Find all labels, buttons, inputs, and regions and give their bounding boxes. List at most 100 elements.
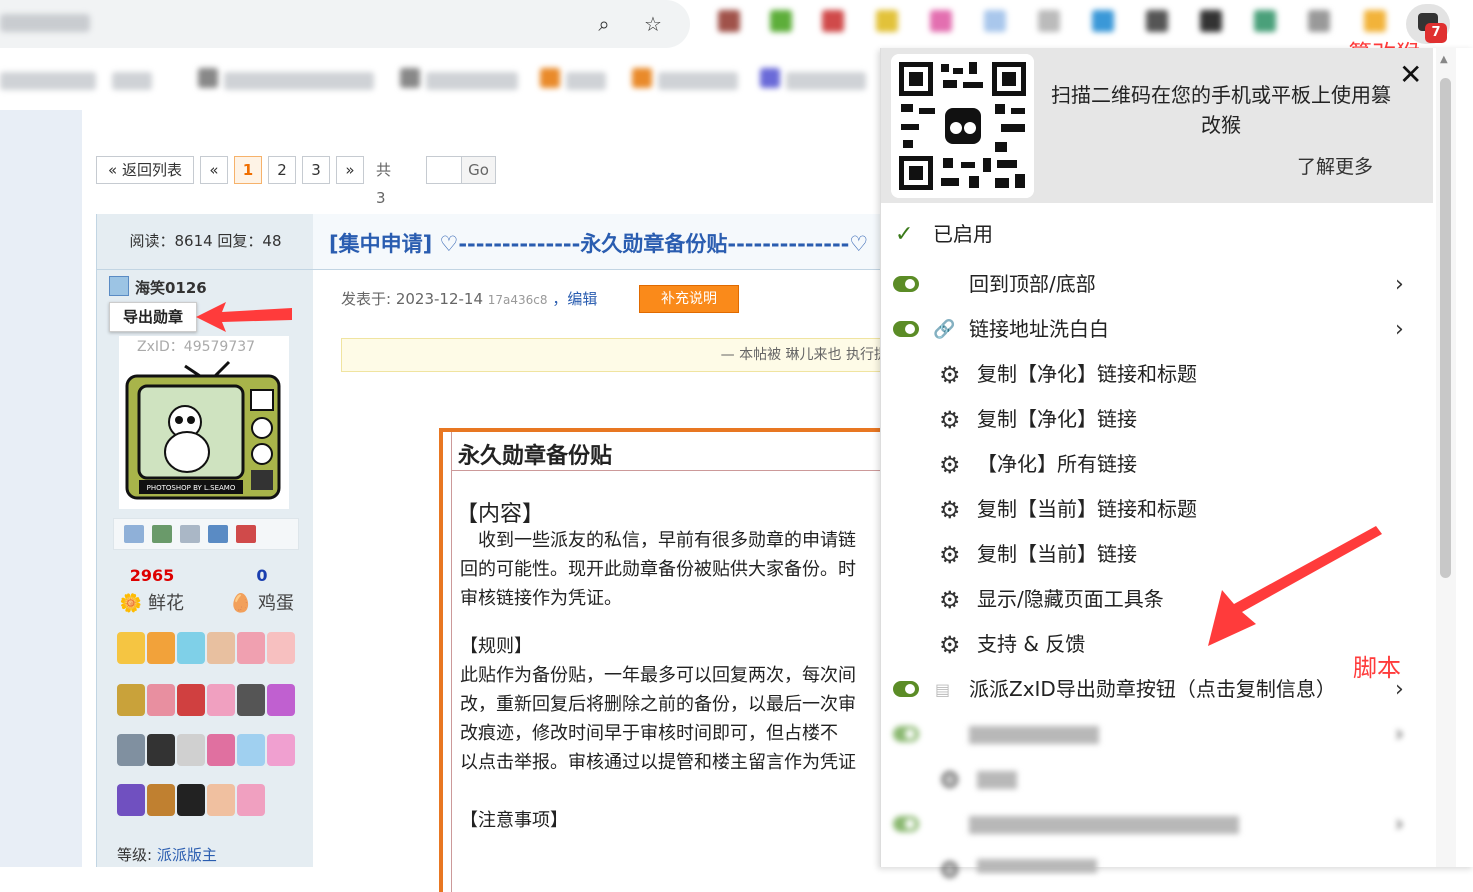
medal-icon[interactable]	[117, 684, 145, 716]
gear-icon: ⚙	[939, 451, 961, 479]
medal-icon[interactable]	[117, 632, 145, 664]
page-button-2[interactable]: 2	[268, 156, 296, 184]
medal-icon[interactable]	[147, 684, 175, 716]
extension-icon[interactable]	[718, 10, 740, 32]
extension-icon[interactable]	[1038, 10, 1060, 32]
search-icon[interactable]: ⌕	[592, 12, 616, 36]
extension-icon[interactable]	[1254, 10, 1276, 32]
mail-icon[interactable]	[124, 525, 144, 543]
medal-icon[interactable]	[237, 632, 265, 664]
medal-icon[interactable]	[177, 632, 205, 664]
extension-icon[interactable]	[1092, 10, 1114, 32]
edit-link[interactable]: ，编辑	[552, 290, 597, 308]
medal-icon[interactable]	[267, 734, 295, 766]
extension-icon[interactable]	[1200, 10, 1222, 32]
author-name[interactable]: 海笑0126	[109, 276, 207, 297]
menu-command-row[interactable]: ⚙ 复制【净化】链接和标题	[881, 352, 1433, 397]
medal-icon[interactable]	[117, 734, 145, 766]
scrollbar-thumb[interactable]	[1440, 78, 1451, 578]
script-name-blurred	[969, 726, 1099, 744]
bookmark-item[interactable]	[0, 72, 96, 90]
medal-icon[interactable]	[207, 784, 235, 816]
medal-icon[interactable]	[177, 734, 205, 766]
bookmark-item[interactable]	[112, 72, 152, 90]
medal-icon[interactable]	[177, 784, 205, 816]
page-button-3[interactable]: 3	[302, 156, 330, 184]
menu-command-row[interactable]: ⚙ 【净化】所有链接	[881, 442, 1433, 487]
gear-icon: ⚙	[939, 406, 961, 434]
script-row-blurred[interactable]: ›	[881, 712, 1433, 757]
scroll-up-icon[interactable]: ▲	[1440, 54, 1448, 65]
popup-scrollbar[interactable]: ▲	[1436, 48, 1456, 867]
script-row-link-cleaner[interactable]: 🔗 链接地址洗白白 ›	[881, 307, 1433, 352]
medal-icon[interactable]	[237, 784, 265, 816]
extension-icon[interactable]	[930, 10, 952, 32]
next-page-button[interactable]: »	[336, 156, 364, 184]
supplement-button[interactable]: 补充说明	[639, 285, 739, 313]
annotation-arrow-script	[1208, 526, 1382, 646]
medal-icon[interactable]	[267, 684, 295, 716]
avatar[interactable]: ZxID：49579737 PHOTOSHOP BY L.SEAMO	[119, 336, 289, 509]
back-to-list-button[interactable]: « 返回列表	[96, 156, 194, 184]
post-hash: 17a436c8	[487, 293, 548, 307]
chevron-right-icon[interactable]: ›	[1395, 262, 1404, 307]
bookmark-item[interactable]	[658, 72, 738, 90]
chevron-right-icon[interactable]: ›	[1395, 712, 1404, 757]
script-toggle[interactable]	[893, 681, 919, 697]
gift-icon[interactable]	[236, 525, 256, 543]
go-button[interactable]: Go	[461, 156, 496, 184]
chevron-right-icon[interactable]: ›	[1395, 307, 1404, 352]
enabled-toggle-row[interactable]: ✓ 已启用	[881, 212, 1433, 257]
script-toggle[interactable]	[893, 321, 919, 337]
medal-icon[interactable]	[237, 684, 265, 716]
script-row-zxid-export[interactable]: ▤ 派派ZxID导出勋章按钮（点击复制信息） ›	[881, 667, 1433, 712]
medal-icon[interactable]	[207, 734, 235, 766]
script-row-blurred[interactable]: ›	[881, 802, 1433, 847]
script-toggle[interactable]	[893, 816, 919, 832]
menu-command-row[interactable]: ⚙ 复制【净化】链接	[881, 397, 1433, 442]
medal-icon[interactable]	[117, 784, 145, 816]
medal-icon[interactable]	[147, 734, 175, 766]
script-toggle[interactable]	[893, 276, 919, 292]
close-icon[interactable]: ✕	[1399, 58, 1422, 91]
script-toggle[interactable]	[893, 726, 919, 742]
extension-icon[interactable]	[1308, 10, 1330, 32]
page-button-1[interactable]: 1	[234, 156, 262, 184]
extension-icon[interactable]	[822, 10, 844, 32]
medal-icon[interactable]	[207, 684, 235, 716]
medal-icon[interactable]	[147, 632, 175, 664]
bookmark-item[interactable]	[786, 72, 866, 90]
medal-icon[interactable]	[147, 784, 175, 816]
bookmark-favicon	[632, 68, 652, 88]
address-bar[interactable]: ⌕ ☆	[0, 0, 690, 48]
extension-icon[interactable]	[770, 10, 792, 32]
user-icon	[109, 276, 129, 296]
script-row-back-to-top[interactable]: 回到顶部/底部 ›	[881, 262, 1433, 307]
profile-icon[interactable]	[180, 525, 200, 543]
export-medals-button[interactable]: 导出勋章	[109, 302, 197, 332]
medal-icon[interactable]	[207, 632, 235, 664]
bookmark-item[interactable]	[426, 72, 518, 90]
extension-icon[interactable]	[1146, 10, 1168, 32]
bookmark-star-icon[interactable]: ☆	[641, 12, 665, 36]
extension-icon[interactable]	[1364, 10, 1386, 32]
add-friend-icon[interactable]	[152, 525, 172, 543]
chevron-right-icon[interactable]: ›	[1395, 802, 1404, 847]
level-link[interactable]: 派派版主	[157, 846, 217, 864]
bookmark-item[interactable]	[224, 72, 374, 90]
learn-more-link[interactable]: 了解更多	[1297, 152, 1373, 179]
page-number-input[interactable]	[426, 156, 464, 184]
menu-command-row-blurred[interactable]: ⚙	[881, 757, 1433, 802]
read-reply-stats: 阅读：8614 回复：48	[97, 214, 314, 270]
extension-icon[interactable]	[984, 10, 1006, 32]
bookmark-item[interactable]	[566, 72, 606, 90]
medal-icon[interactable]	[177, 684, 205, 716]
menu-command-row-blurred[interactable]: ⚙	[881, 847, 1433, 892]
medal-icon[interactable]	[267, 632, 295, 664]
medal-icon[interactable]	[237, 734, 265, 766]
extension-icon[interactable]	[876, 10, 898, 32]
prev-page-button[interactable]: «	[200, 156, 228, 184]
thread-title[interactable]: [集中申请] ♡--------------永久勋章备份贴-----------…	[329, 228, 868, 258]
card-icon[interactable]	[208, 525, 228, 543]
paragraph-line: 改痕迹，修改时间早于审核时间即可，但占楼不	[460, 723, 838, 744]
